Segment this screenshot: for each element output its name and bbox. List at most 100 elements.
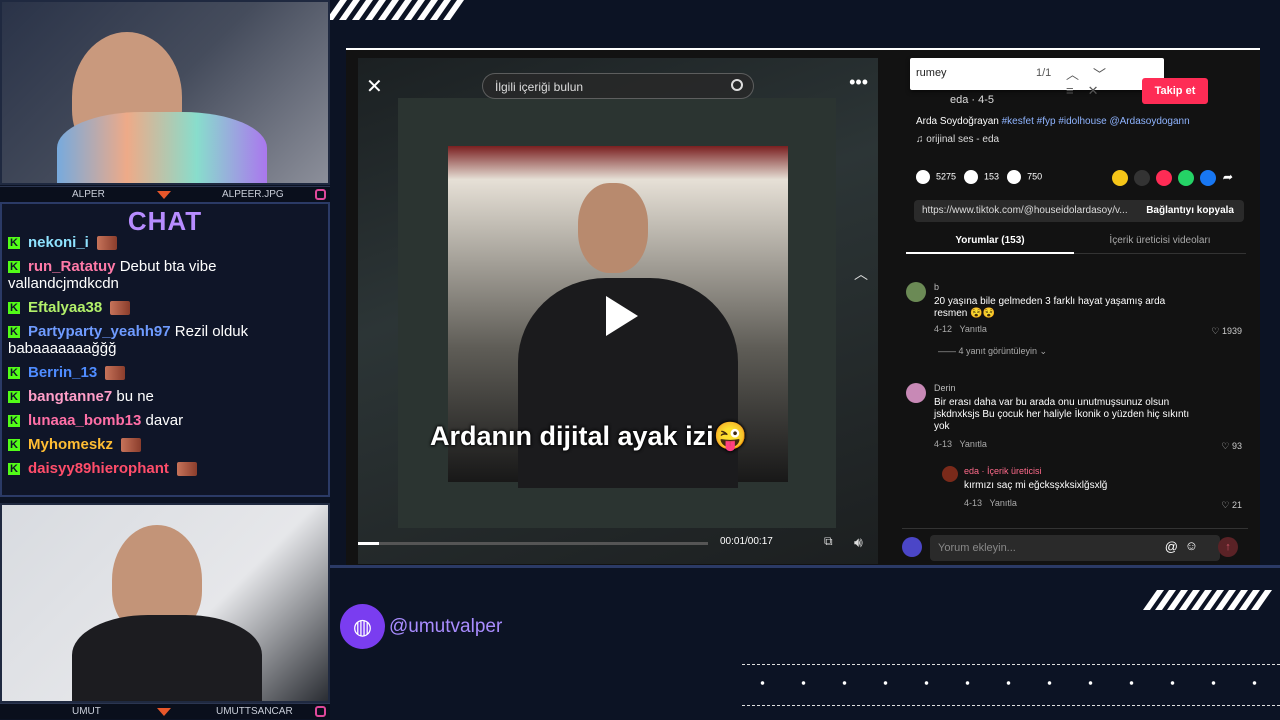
post-stats: 5275 153 750 xyxy=(916,170,1042,184)
close-icon[interactable]: ✕ xyxy=(366,74,383,99)
comment-meta: 4-13 Yanıtla xyxy=(934,439,987,449)
volume-icon[interactable]: 🔊︎ xyxy=(854,534,863,551)
handle-text: @umutvalper xyxy=(389,615,503,637)
chat-username[interactable]: run_Ratatuy xyxy=(28,258,116,275)
copy-link-button[interactable]: Bağlantıyı kopyala xyxy=(1146,205,1234,216)
kick-badge-icon: K xyxy=(8,326,20,339)
heart-icon xyxy=(916,170,930,184)
chat-username[interactable]: Berrin_13 xyxy=(28,364,97,381)
post-url[interactable]: https://www.tiktok.com/@houseidolardasoy… xyxy=(914,200,1244,222)
send-button[interactable]: ↑ xyxy=(1218,537,1238,557)
chat-message: K Partyparty_yeahh97 Rezil olduk babaaaaa… xyxy=(8,323,324,357)
chat-message: K Myhomeskz xyxy=(8,436,324,453)
whatsapp-icon[interactable] xyxy=(1178,170,1194,186)
comment-item: Derin Bir erası daha var bu arada onu un… xyxy=(906,383,1242,453)
emote-icon xyxy=(110,301,131,316)
view-replies[interactable]: —— 4 yanıt görüntüleyin ⌄ xyxy=(938,346,1047,357)
video-time: 00:01/00:17 xyxy=(720,536,773,547)
social-handle: ◍ @umutvalper xyxy=(340,604,502,649)
send-icon[interactable] xyxy=(1156,170,1172,186)
comment-text: kırmızı saç mi eğcksşxksixlğsxlğ xyxy=(964,480,1108,491)
kick-badge-icon: K xyxy=(8,463,20,476)
find-bar[interactable]: rumey 1/1 ︿﹀≡✕ xyxy=(910,58,1164,98)
repost-icon[interactable] xyxy=(1112,170,1128,186)
progress-fill xyxy=(358,542,379,545)
play-icon[interactable] xyxy=(606,296,638,336)
decor-dot-grid xyxy=(742,662,1280,710)
chat-panel: CHAT Knekoni_i Krun_Ratatuy Debut bta vi… xyxy=(0,202,330,497)
progress-bar[interactable] xyxy=(358,542,708,545)
chat-username[interactable]: nekoni_i xyxy=(28,234,89,251)
emote-icon xyxy=(97,236,118,251)
avatar[interactable] xyxy=(906,383,926,403)
more-icon[interactable]: ••• xyxy=(849,72,868,93)
kick-badge-icon: K xyxy=(8,302,20,315)
chat-message: Kbangtanne7 bu ne xyxy=(8,388,324,405)
avatar[interactable] xyxy=(906,282,926,302)
reply-button[interactable]: Yanıtla xyxy=(990,498,1017,508)
post-author[interactable]: eda · 4-5 xyxy=(950,94,994,106)
cam-name-right: UMUTTSANCAR xyxy=(216,706,293,717)
comment-likes[interactable]: ♡ 93 xyxy=(1221,441,1242,452)
chat-username[interactable]: Eftalyaa38 xyxy=(28,299,102,316)
emoji-icon[interactable]: ☺ xyxy=(1185,538,1198,553)
emote-icon xyxy=(177,462,198,477)
chat-username[interactable]: lunaaa_bomb13 xyxy=(28,412,141,429)
share-icon[interactable]: ➦ xyxy=(1222,170,1238,186)
emote-icon xyxy=(105,366,126,381)
comment-author[interactable]: Derin xyxy=(934,383,956,393)
triangle-icon xyxy=(157,190,171,199)
chat-message: Kdaisyy89hierophant xyxy=(8,460,324,477)
reply-button[interactable]: Yanıtla xyxy=(960,324,987,334)
comment-author[interactable]: eda · İçerik üreticisi xyxy=(964,466,1042,476)
instagram-icon xyxy=(315,189,326,200)
comment-author[interactable]: b xyxy=(934,282,939,292)
embed-icon[interactable] xyxy=(1134,170,1150,186)
avatar[interactable] xyxy=(942,466,958,482)
find-query[interactable]: rumey xyxy=(916,67,947,79)
save-stat[interactable]: 750 xyxy=(1007,170,1042,184)
comment-text: Bir erası daha var bu arada onu unutmuşs… xyxy=(934,397,1190,432)
mention-icon[interactable]: @ xyxy=(1165,539,1178,554)
comment-icon xyxy=(964,170,979,184)
divider xyxy=(330,565,1280,568)
chat-username[interactable]: Partyparty_yeahh97 xyxy=(28,323,171,340)
comment-likes[interactable]: ♡ 21 xyxy=(1221,500,1242,511)
video-player[interactable]: ✕ İlgili içeriği bulun ••• Ardanın dijit… xyxy=(358,58,878,564)
kick-badge-icon: K xyxy=(8,261,20,274)
like-stat[interactable]: 5275 xyxy=(916,170,956,184)
post-sound[interactable]: ♫ orijinal ses - eda xyxy=(916,134,999,145)
chat-username[interactable]: Myhomeskz xyxy=(28,436,113,453)
bookmark-icon xyxy=(1007,170,1022,184)
cam-label-bottom: UMUT UMUTTSANCAR xyxy=(0,703,330,719)
tab-comments[interactable]: Yorumlar (153) xyxy=(906,230,1074,254)
follow-button[interactable]: Takip et xyxy=(1142,78,1208,104)
reply-button[interactable]: Yanıtla xyxy=(960,439,987,449)
chat-username[interactable]: bangtanne7 xyxy=(28,388,112,405)
comment-meta: 4-12 Yanıtla xyxy=(934,324,987,334)
pip-icon[interactable]: ⧉ xyxy=(824,534,833,549)
share-row: ➦ xyxy=(1112,170,1238,186)
tab-creator-videos[interactable]: İçerik üreticisi videoları xyxy=(1074,230,1246,246)
comment-text: 20 yaşına bile gelmeden 3 farklı hayat y… xyxy=(934,296,1166,319)
cam-label-top: ALPER ALPEER.JPG xyxy=(0,186,330,202)
instagram-icon xyxy=(315,706,326,717)
chevron-up-icon[interactable]: ︿ xyxy=(854,264,868,284)
search-icon[interactable] xyxy=(731,79,743,91)
cam-name-right: ALPEER.JPG xyxy=(222,189,284,200)
stream-overlay: ALPER ALPEER.JPG CHAT Knekoni_i Krun_Rat… xyxy=(0,0,1280,720)
chat-username[interactable]: daisyy89hierophant xyxy=(28,460,169,477)
comment-stat[interactable]: 153 xyxy=(964,170,999,184)
decor-stripes-top xyxy=(325,0,468,20)
related-search-input[interactable]: İlgili içeriği bulun xyxy=(482,73,754,99)
comment-item: b 20 yaşına bile gelmeden 3 farklı hayat… xyxy=(906,282,1242,362)
chat-message: K Eftalyaa38 xyxy=(8,299,324,316)
detail-panel: rumey 1/1 ︿﹀≡✕ Takip et eda · 4-5 Arda S… xyxy=(892,58,1260,567)
chat-messages: Knekoni_i Krun_Ratatuy Debut bta vibe va… xyxy=(8,234,324,484)
desc-tags[interactable]: #kesfet #fyp #idolhouse @Ardasoydogann xyxy=(1002,116,1190,127)
facebook-icon[interactable] xyxy=(1200,170,1216,186)
globe-icon: ◍ xyxy=(340,604,385,649)
comment-likes[interactable]: ♡ 1939 xyxy=(1211,326,1242,337)
kick-badge-icon: K xyxy=(8,415,20,428)
chat-text: bu ne xyxy=(116,388,154,405)
